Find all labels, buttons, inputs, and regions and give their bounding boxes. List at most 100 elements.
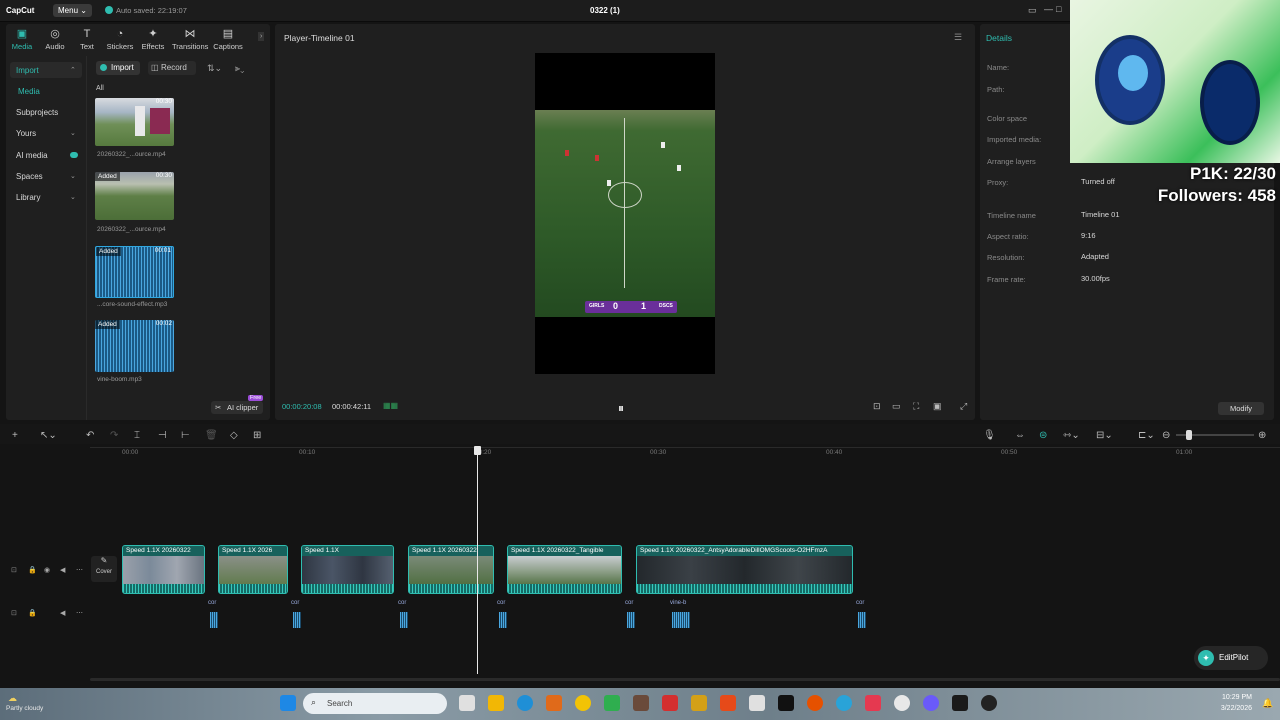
track-options-icon[interactable]: ⊡ — [11, 566, 17, 574]
marker-icon[interactable]: ◇ — [230, 430, 238, 441]
trim-right-icon[interactable]: ⊢ — [181, 430, 190, 441]
timeline-scrollbar[interactable] — [90, 678, 1280, 681]
tab-stickers[interactable]: ◔ Stickers — [103, 28, 137, 51]
fullscreen-icon[interactable]: ⤢ — [960, 401, 967, 412]
nav-media[interactable]: Media — [18, 87, 40, 96]
tab-transitions[interactable]: ⋈ Transitions — [172, 28, 208, 51]
app-icon[interactable] — [691, 695, 707, 711]
play-pause-icon[interactable]: ⏸ — [618, 401, 624, 416]
app-icon[interactable] — [662, 695, 678, 711]
tab-media[interactable]: ▣ Media — [5, 28, 39, 51]
app-icon[interactable] — [575, 695, 591, 711]
media-item[interactable]: 00:30 — [95, 98, 174, 146]
zoom-slider-handle[interactable] — [1186, 430, 1192, 440]
zoom-in-icon[interactable]: ⊕ — [1258, 430, 1266, 441]
nav-library[interactable]: Library — [16, 193, 40, 202]
video-preview[interactable]: GIRLS 0 1 DSCS — [535, 53, 715, 374]
media-item[interactable]: Added 00:01 — [95, 246, 174, 298]
obs-icon[interactable] — [981, 695, 997, 711]
track-options-icon[interactable]: ⊡ — [11, 609, 17, 617]
task-view-icon[interactable] — [459, 695, 475, 711]
lock-icon[interactable]: 🔒 — [28, 566, 37, 574]
ratio-icon[interactable]: ▭ — [892, 401, 901, 412]
taskbar-search[interactable]: ⌕ Search — [303, 693, 447, 714]
app-icon[interactable] — [749, 695, 765, 711]
redo-icon[interactable]: ↷ — [110, 430, 118, 441]
app-icon[interactable] — [633, 695, 649, 711]
quality-icon[interactable]: ▣ — [933, 401, 942, 412]
trim-left-icon[interactable]: ⊣ — [158, 430, 167, 441]
more-icon[interactable]: ⋯ — [76, 609, 83, 617]
media-item[interactable]: Added 00:02 — [95, 320, 174, 372]
filter-icon[interactable]: ⫸⌄ — [235, 63, 244, 74]
zoom-out-icon[interactable]: ⊖ — [1162, 430, 1170, 441]
video-clip[interactable]: Speed 1.1X 20260322_AntsyAdorableDillOMG… — [636, 545, 853, 594]
audio-clip[interactable]: cor — [625, 600, 639, 630]
audio-clip[interactable]: cor — [497, 600, 511, 630]
audio-clip[interactable]: vine-b — [670, 600, 692, 630]
maximize-icon[interactable]: □ — [1056, 4, 1061, 14]
video-clip[interactable]: Speed 1.1X 20260322 — [122, 545, 205, 594]
tab-captions[interactable]: ▤ Captions — [210, 28, 246, 51]
link-icon[interactable]: ⇔ — [1015, 430, 1025, 441]
video-clip[interactable]: Speed 1.1X 20260322_Tangible — [507, 545, 622, 594]
xbox-icon[interactable] — [604, 695, 620, 711]
import-button[interactable]: Import — [96, 61, 140, 75]
minimize-icon[interactable]: — — [1044, 4, 1053, 14]
nav-spaces[interactable]: Spaces — [16, 172, 43, 181]
filter-all[interactable]: All — [96, 85, 104, 92]
audio-clip[interactable]: cor — [398, 600, 412, 630]
capcut-icon[interactable] — [778, 695, 794, 711]
ai-clipper-button[interactable]: ✂ AI clipper Free — [211, 395, 264, 414]
audio-clip[interactable]: cor — [856, 600, 870, 630]
notification-icon[interactable]: 🔔 — [1262, 698, 1273, 709]
crop-tool-icon[interactable]: ⊞ — [253, 430, 261, 441]
add-track-icon[interactable]: + — [12, 430, 18, 441]
weather-icon[interactable]: ☁ — [8, 693, 17, 704]
nav-ai-media[interactable]: AI media — [16, 151, 48, 160]
undo-icon[interactable]: ↶ — [86, 430, 94, 441]
layout-icon[interactable]: ▭ — [1028, 5, 1037, 16]
media-item[interactable]: Added 00:30 — [95, 172, 174, 220]
tab-effects[interactable]: ✦ Effects — [136, 28, 170, 51]
more-icon[interactable]: ⋯ — [76, 566, 83, 574]
app-icon[interactable] — [546, 695, 562, 711]
audio-toggle-icon[interactable]: ◀ — [60, 609, 65, 617]
editpilot-button[interactable]: ✦ EditPilot — [1194, 646, 1268, 670]
split-icon[interactable]: ⌶ — [134, 430, 140, 441]
preview-axis-icon[interactable]: ⇿⌄ — [1063, 430, 1080, 441]
discord-icon[interactable] — [923, 695, 939, 711]
player-menu-icon[interactable]: ☰ — [954, 32, 962, 43]
menu-button[interactable]: Menu ⌄ — [53, 4, 92, 17]
tab-audio[interactable]: ◎ Audio — [38, 28, 72, 51]
app-icon[interactable] — [952, 695, 968, 711]
select-tool-icon[interactable]: ↖⌄ — [40, 430, 57, 441]
zoom-fit-icon[interactable]: ⊟⌄ — [1096, 430, 1113, 441]
tabs-more-icon[interactable]: › — [258, 32, 265, 41]
app-icon[interactable] — [836, 695, 852, 711]
tab-text[interactable]: T Text — [70, 28, 104, 51]
app-icon[interactable] — [720, 695, 736, 711]
cover-button[interactable]: ✎ Cover — [91, 556, 117, 582]
eye-icon[interactable]: ◉ — [44, 566, 50, 574]
screenshot-icon[interactable]: ⛶ — [913, 401, 919, 412]
lock-icon[interactable]: 🔒 — [28, 609, 37, 617]
microphone-icon[interactable]: 🎙 — [983, 430, 996, 441]
audio-clip[interactable]: cor — [291, 600, 305, 630]
app-icon[interactable] — [807, 695, 823, 711]
audio-toggle-icon[interactable]: ◀ — [60, 566, 65, 574]
delete-icon[interactable]: 🗑 — [205, 430, 218, 441]
crop-icon[interactable]: ⊡ — [873, 401, 881, 412]
video-clip[interactable]: Speed 1.1X — [301, 545, 394, 594]
file-explorer-icon[interactable] — [488, 695, 504, 711]
modify-button[interactable]: Modify — [1218, 402, 1264, 415]
chrome-icon[interactable] — [894, 695, 910, 711]
snap-icon[interactable]: ⊜ — [1039, 430, 1047, 441]
audio-clip[interactable]: cor — [208, 600, 222, 630]
record-button[interactable]: ◫ Record — [148, 61, 196, 75]
timeline-mode-icon[interactable]: ▦▦ — [383, 401, 398, 410]
nav-yours[interactable]: Yours — [16, 129, 36, 138]
captions-track-icon[interactable]: ⊏⌄ — [1138, 430, 1155, 441]
video-clip[interactable]: Speed 1.1X 2026 — [218, 545, 288, 594]
edge-icon[interactable] — [517, 695, 533, 711]
